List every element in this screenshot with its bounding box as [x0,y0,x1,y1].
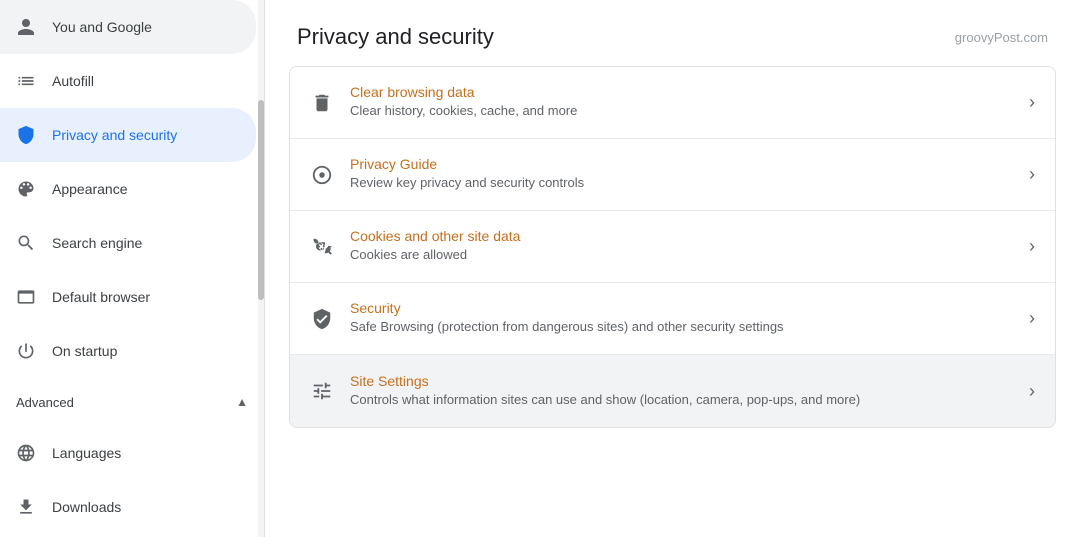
settings-item-site-settings[interactable]: Site Settings Controls what information … [290,355,1055,427]
power-icon [16,341,36,361]
sidebar-label-privacy-and-security: Privacy and security [52,127,240,143]
sidebar-item-search-engine[interactable]: Search engine [0,216,256,270]
sidebar-item-downloads[interactable]: Downloads [0,480,256,534]
list-icon [16,71,36,91]
sidebar-label-on-startup: On startup [52,343,240,359]
settings-item-content-security: Security Safe Browsing (protection from … [350,300,1013,336]
advanced-section-header[interactable]: Advanced ▲ [0,378,264,426]
sidebar-label-you-and-google: You and Google [52,19,240,35]
main-content: Privacy and security groovyPost.com Clea… [265,0,1080,537]
shield-check-icon [310,307,334,331]
settings-item-content-site-settings: Site Settings Controls what information … [350,373,1013,409]
settings-item-title-security: Security [350,300,1013,316]
chevron-right-icon-cookies: › [1029,236,1035,257]
sliders-icon [310,379,334,403]
settings-item-title-clear-browsing-data: Clear browsing data [350,84,1013,100]
sidebar-scrollbar[interactable] [258,0,264,537]
main-header: Privacy and security groovyPost.com [265,0,1080,66]
sidebar-label-autofill: Autofill [52,73,240,89]
sidebar-label-search-engine: Search engine [52,235,240,251]
palette-icon [16,179,36,199]
chevron-right-icon-privacy-guide: › [1029,164,1035,185]
page-title: Privacy and security [297,24,494,50]
person-icon [16,17,36,37]
shield-icon [16,125,36,145]
chevron-right-icon-clear-browsing-data: › [1029,92,1035,113]
sidebar-item-on-startup[interactable]: On startup [0,324,256,378]
sidebar-item-appearance[interactable]: Appearance [0,162,256,216]
sidebar-label-appearance: Appearance [52,181,240,197]
sidebar-label-languages: Languages [52,445,240,461]
settings-item-content-cookies: Cookies and other site data Cookies are … [350,228,1013,264]
watermark: groovyPost.com [955,30,1048,45]
sidebar-item-default-browser[interactable]: Default browser [0,270,256,324]
settings-item-privacy-guide[interactable]: Privacy Guide Review key privacy and sec… [290,139,1055,211]
settings-item-title-cookies: Cookies and other site data [350,228,1013,244]
settings-item-desc-clear-browsing-data: Clear history, cookies, cache, and more [350,102,1013,120]
settings-item-clear-browsing-data[interactable]: Clear browsing data Clear history, cooki… [290,67,1055,139]
circle-dot-icon [310,163,334,187]
settings-item-title-site-settings: Site Settings [350,373,1013,389]
sidebar-label-downloads: Downloads [52,499,240,515]
download-icon [16,497,36,517]
settings-item-security[interactable]: Security Safe Browsing (protection from … [290,283,1055,355]
sidebar-item-privacy-and-security[interactable]: Privacy and security [0,108,256,162]
browser-icon [16,287,36,307]
settings-item-content-privacy-guide: Privacy Guide Review key privacy and sec… [350,156,1013,192]
settings-item-content-clear-browsing-data: Clear browsing data Clear history, cooki… [350,84,1013,120]
advanced-chevron-icon: ▲ [236,395,248,409]
search-icon [16,233,36,253]
sidebar-scrollbar-thumb[interactable] [258,100,264,300]
chevron-right-icon-security: › [1029,308,1035,329]
sidebar-label-default-browser: Default browser [52,289,240,305]
advanced-label: Advanced [16,395,74,410]
settings-item-title-privacy-guide: Privacy Guide [350,156,1013,172]
sidebar: You and Google Autofill Privacy and secu… [0,0,265,537]
cookie-icon [310,235,334,259]
sidebar-item-languages[interactable]: Languages [0,426,256,480]
sidebar-item-you-and-google[interactable]: You and Google [0,0,256,54]
settings-item-desc-site-settings: Controls what information sites can use … [350,391,1013,409]
sidebar-item-autofill[interactable]: Autofill [0,54,256,108]
settings-item-desc-privacy-guide: Review key privacy and security controls [350,174,1013,192]
globe-icon [16,443,36,463]
settings-item-desc-security: Safe Browsing (protection from dangerous… [350,318,1013,336]
chevron-right-icon-site-settings: › [1029,381,1035,402]
trash-icon [310,91,334,115]
settings-list: Clear browsing data Clear history, cooki… [289,66,1056,428]
settings-item-cookies[interactable]: Cookies and other site data Cookies are … [290,211,1055,283]
settings-item-desc-cookies: Cookies are allowed [350,246,1013,264]
